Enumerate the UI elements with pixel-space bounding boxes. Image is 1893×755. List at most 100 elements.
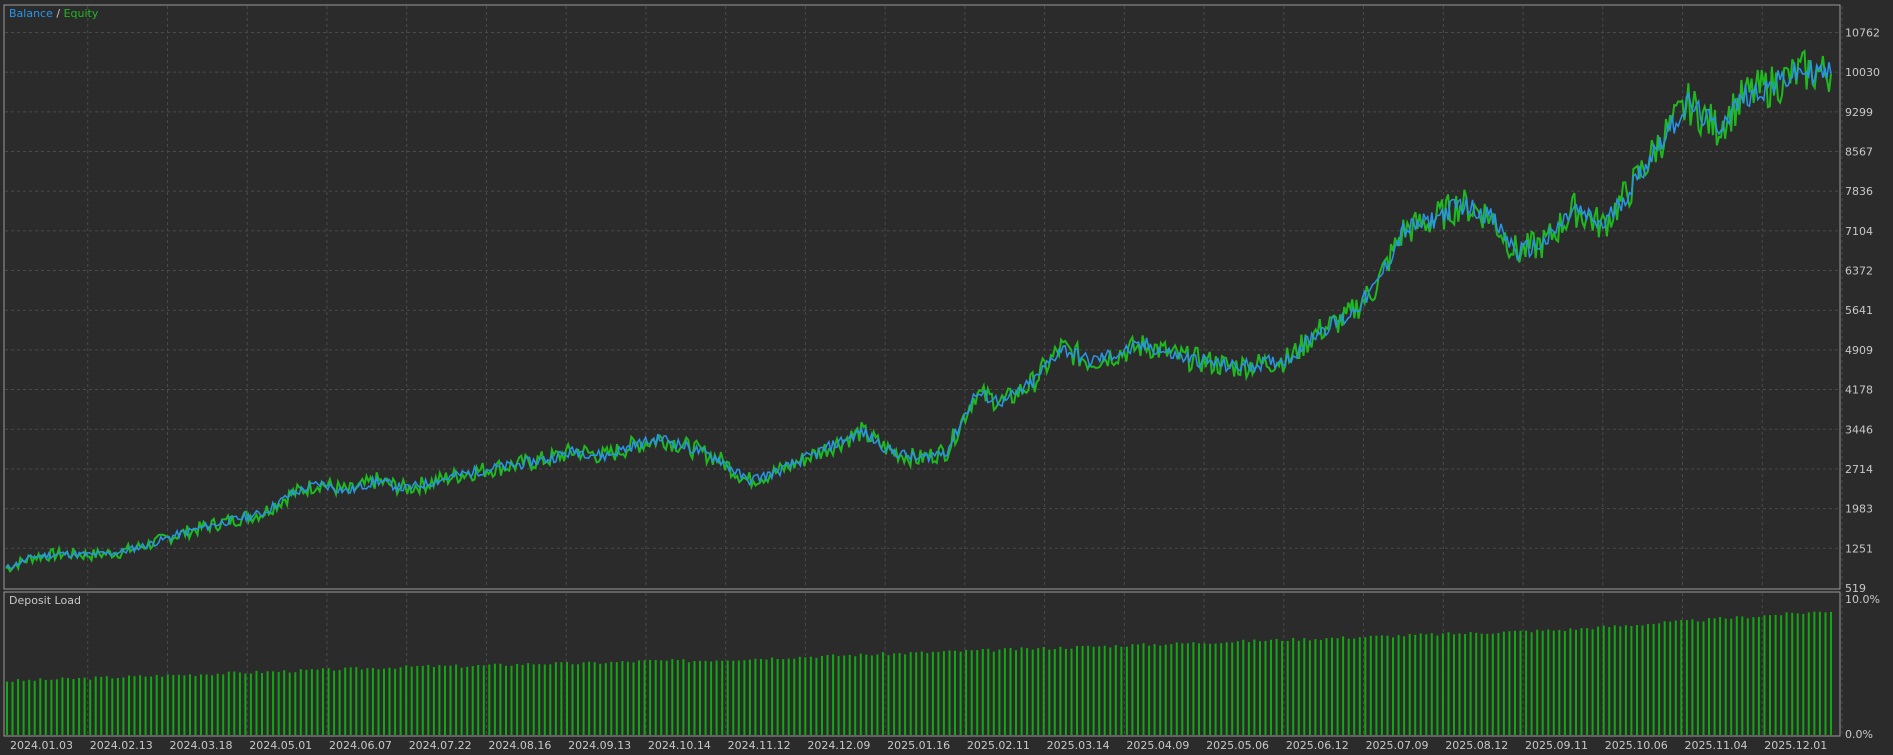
deposit-load-bar	[1020, 647, 1023, 735]
deposit-load-bar	[1403, 636, 1406, 735]
deposit-load-bar	[155, 674, 158, 735]
deposit-load-bar	[1696, 621, 1699, 735]
deposit-load-bar	[349, 667, 352, 735]
deposit-load-bar	[970, 650, 973, 735]
deposit-load-bar	[139, 675, 142, 735]
deposit-load-bar	[1508, 631, 1511, 735]
deposit-load-bar	[649, 659, 652, 735]
deposit-y-tick-label: 10.0%	[1845, 593, 1880, 606]
y-tick-label: 6372	[1845, 265, 1873, 278]
deposit-load-bar	[909, 652, 912, 735]
deposit-load-bar	[299, 669, 302, 735]
deposit-load-bar	[1486, 633, 1489, 735]
deposit-load-bar	[1037, 648, 1040, 735]
deposit-load-bar	[1602, 625, 1605, 735]
deposit-load-bar	[438, 665, 441, 735]
deposit-load-bar	[444, 665, 446, 735]
deposit-load-bar	[560, 662, 563, 735]
deposit-load-bar	[294, 672, 297, 735]
deposit-load-bar	[887, 655, 890, 735]
deposit-load-bar	[638, 660, 640, 735]
deposit-load-bar	[305, 669, 308, 735]
deposit-load-bar	[1053, 649, 1056, 735]
deposit-load-bar	[1702, 621, 1705, 735]
deposit-load-bar	[1353, 638, 1356, 735]
deposit-load-bar	[1092, 646, 1095, 735]
deposit-load-bar	[942, 651, 945, 735]
x-axis-labels: 2024.01.03 2024.02.13 2024.03.18 2024.05.01…	[10, 739, 1827, 752]
deposit-load-bar	[1286, 641, 1289, 735]
main-grid	[5, 6, 1843, 588]
deposit-load-bar	[1735, 616, 1738, 735]
deposit-load-bar	[1081, 646, 1084, 735]
deposit-load-bar	[238, 672, 241, 735]
deposit-load-bar	[493, 663, 496, 735]
deposit-load-bar	[477, 665, 480, 735]
x-tick-label: 2025.09.11	[1525, 739, 1588, 752]
y-tick-label: 10030	[1845, 66, 1880, 79]
deposit-load-bar	[200, 674, 202, 735]
x-tick-label: 2024.09.13	[568, 739, 631, 752]
deposit-load-bar	[904, 654, 907, 735]
deposit-load-bar	[1464, 634, 1467, 735]
deposit-load-bar	[1469, 632, 1472, 735]
deposit-load-bar	[1369, 635, 1372, 735]
deposit-load-bar	[1098, 646, 1101, 735]
deposit-load-bar	[1175, 642, 1178, 735]
deposit-load-bar	[1303, 638, 1306, 735]
deposit-load-bar	[1380, 635, 1383, 735]
deposit-load-bar	[1647, 624, 1649, 735]
deposit-load-bar	[532, 664, 535, 735]
deposit-load-bar	[161, 676, 164, 735]
deposit-load-bar	[1242, 639, 1245, 735]
deposit-load-bar	[732, 660, 735, 735]
x-tick-label: 2025.02.11	[967, 739, 1030, 752]
deposit-load-bar	[383, 668, 385, 735]
deposit-load-bar	[577, 664, 579, 735]
y-tick-label: 9299	[1845, 106, 1873, 119]
deposit-load-bar	[455, 664, 458, 735]
deposit-load-bar	[1331, 637, 1333, 735]
deposit-load-bar	[798, 656, 801, 735]
deposit-load-bar	[721, 660, 724, 735]
deposit-load-bar	[826, 655, 829, 735]
deposit-load-bar	[55, 679, 58, 735]
deposit-load-bar	[1818, 611, 1821, 735]
deposit-load-bar	[582, 662, 585, 735]
deposit-load-bar	[848, 654, 851, 735]
deposit-load-bar	[865, 654, 868, 735]
deposit-load-bar	[965, 649, 968, 735]
x-tick-label: 2024.08.16	[488, 739, 551, 752]
deposit-load-bar	[699, 660, 701, 735]
deposit-load-bar	[998, 649, 1001, 735]
deposit-load-bar	[189, 674, 191, 735]
deposit-load-bar	[660, 660, 663, 735]
deposit-load-bar	[510, 665, 513, 735]
deposit-load-bar	[1453, 634, 1455, 735]
deposit-load-bar	[1015, 650, 1017, 735]
deposit-load-bar	[22, 680, 25, 735]
deposit-load-bar	[959, 651, 962, 735]
deposit-load-bar	[843, 655, 846, 735]
deposit-load-bar	[360, 669, 363, 735]
y-tick-label: 3446	[1845, 423, 1873, 436]
deposit-load-bar	[1336, 638, 1339, 735]
deposit-load-bar	[116, 678, 119, 735]
deposit-load-bar	[338, 670, 341, 735]
deposit-load-bar	[859, 653, 862, 735]
deposit-load-bar	[1563, 631, 1566, 735]
deposit-load-bar	[1547, 629, 1550, 735]
deposit-load-bar	[316, 669, 319, 735]
deposit-load-bar	[693, 661, 696, 735]
deposit-load-bar	[987, 648, 990, 735]
y-tick-label: 1251	[1845, 542, 1873, 555]
deposit-load-bar	[1724, 618, 1727, 735]
y-tick-label: 7104	[1845, 225, 1873, 238]
deposit-load-bar	[1414, 634, 1417, 735]
deposit-load-bar	[283, 670, 286, 735]
deposit-load-bar	[954, 650, 956, 735]
deposit-load-bar	[1225, 642, 1228, 735]
deposit-load-bar	[1203, 643, 1206, 735]
deposit-load-bar	[39, 678, 42, 735]
deposit-load-bar	[671, 659, 674, 735]
